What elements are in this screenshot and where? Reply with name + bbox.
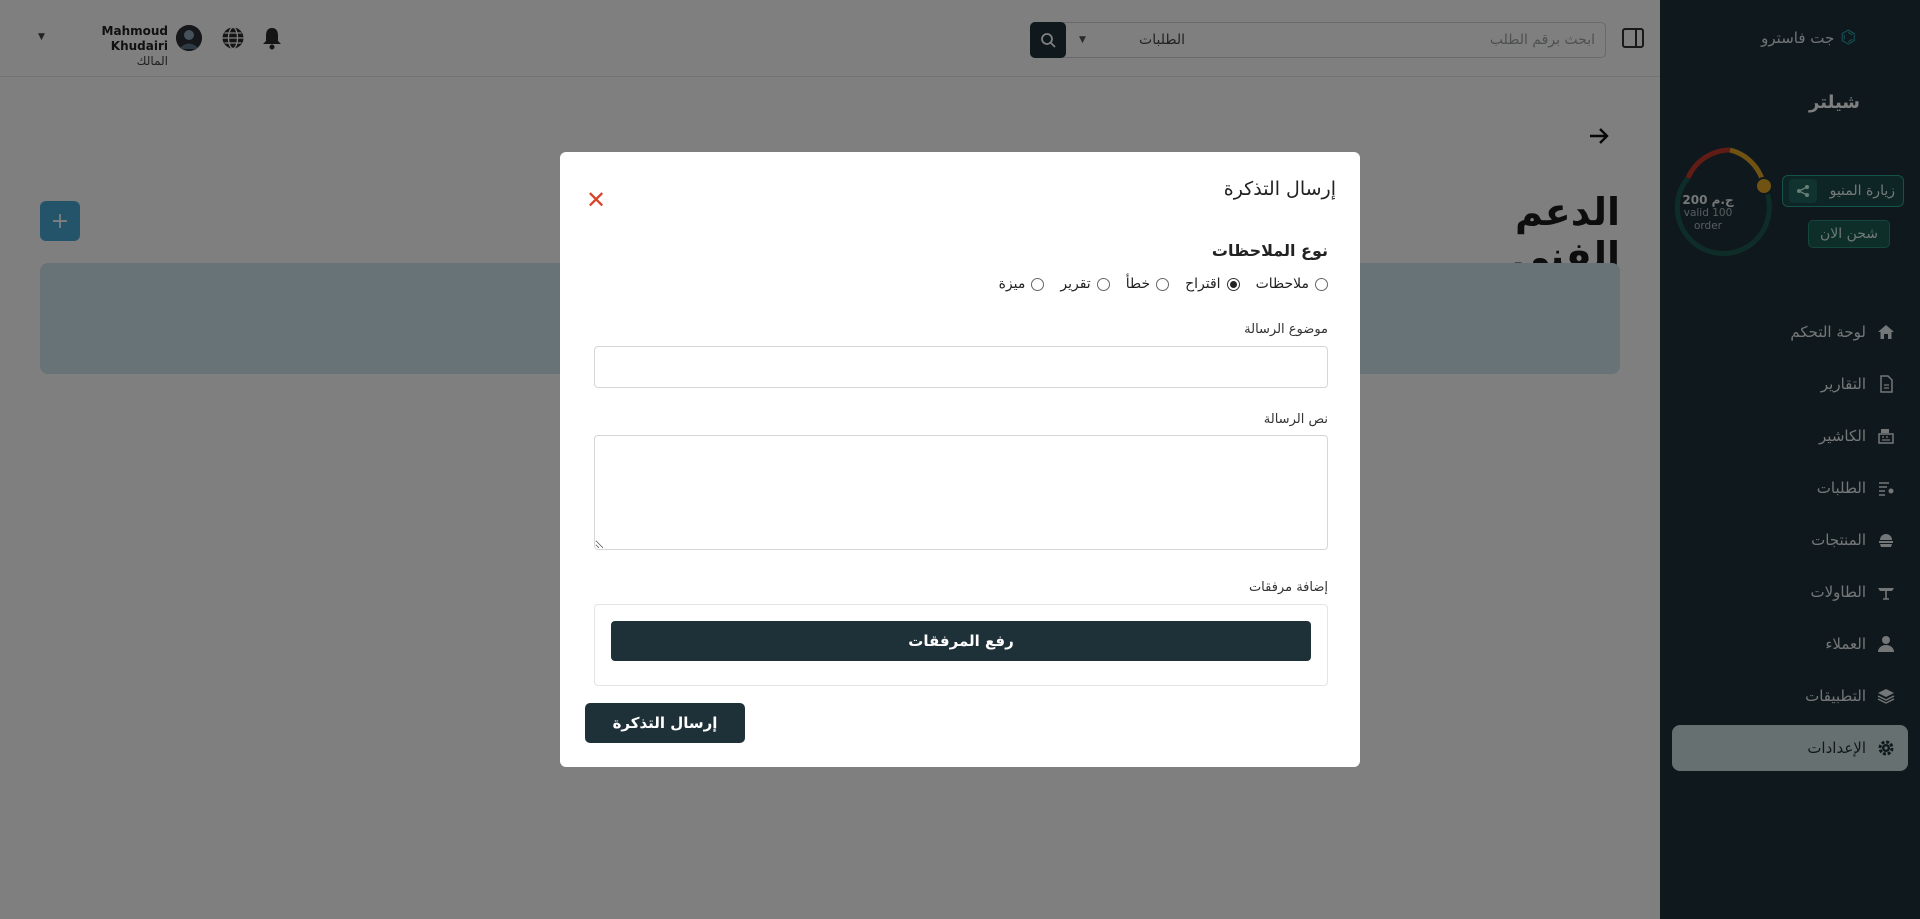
close-icon[interactable]: ✕ [584, 188, 608, 212]
upload-attachments-button[interactable]: رفع المرفقات [611, 621, 1311, 661]
body-label: نص الرسالة [1263, 412, 1328, 427]
message-body-textarea[interactable] [594, 435, 1328, 550]
radio-circle[interactable] [1096, 277, 1110, 291]
radio-label: خطأ [1125, 276, 1151, 292]
radio-label: تقرير [1060, 276, 1091, 292]
radio-bug[interactable]: خطأ [1125, 276, 1170, 292]
radio-circle[interactable] [1031, 277, 1045, 291]
radio-label: اقتراح [1185, 276, 1221, 292]
feedback-type-group: ملاحظات اقتراح خطأ تقرير ميزة [999, 276, 1328, 292]
subject-label: موضوع الرسالة [1244, 322, 1328, 337]
submit-ticket-button[interactable]: إرسال التذكرة [585, 703, 745, 743]
radio-report[interactable]: تقرير [1060, 276, 1110, 292]
modal-title: إرسال التذكرة [1223, 178, 1336, 200]
send-ticket-modal: إرسال التذكرة ✕ نوع الملاحظات ملاحظات اق… [560, 152, 1360, 767]
attachments-label: إضافة مرفقات [1248, 580, 1328, 595]
feedback-type-label: نوع الملاحظات [1211, 241, 1328, 260]
attachments-box: رفع المرفقات [594, 604, 1328, 686]
radio-label: ميزة [998, 276, 1026, 292]
radio-circle[interactable] [1315, 277, 1328, 291]
radio-feature[interactable]: ميزة [999, 276, 1045, 292]
radio-label: ملاحظات [1255, 276, 1309, 292]
radio-suggestion[interactable]: اقتراح [1185, 276, 1240, 292]
radio-circle-checked[interactable] [1226, 277, 1240, 291]
radio-feedback[interactable]: ملاحظات [1256, 276, 1328, 292]
subject-input[interactable] [594, 346, 1328, 388]
radio-circle[interactable] [1156, 277, 1170, 291]
